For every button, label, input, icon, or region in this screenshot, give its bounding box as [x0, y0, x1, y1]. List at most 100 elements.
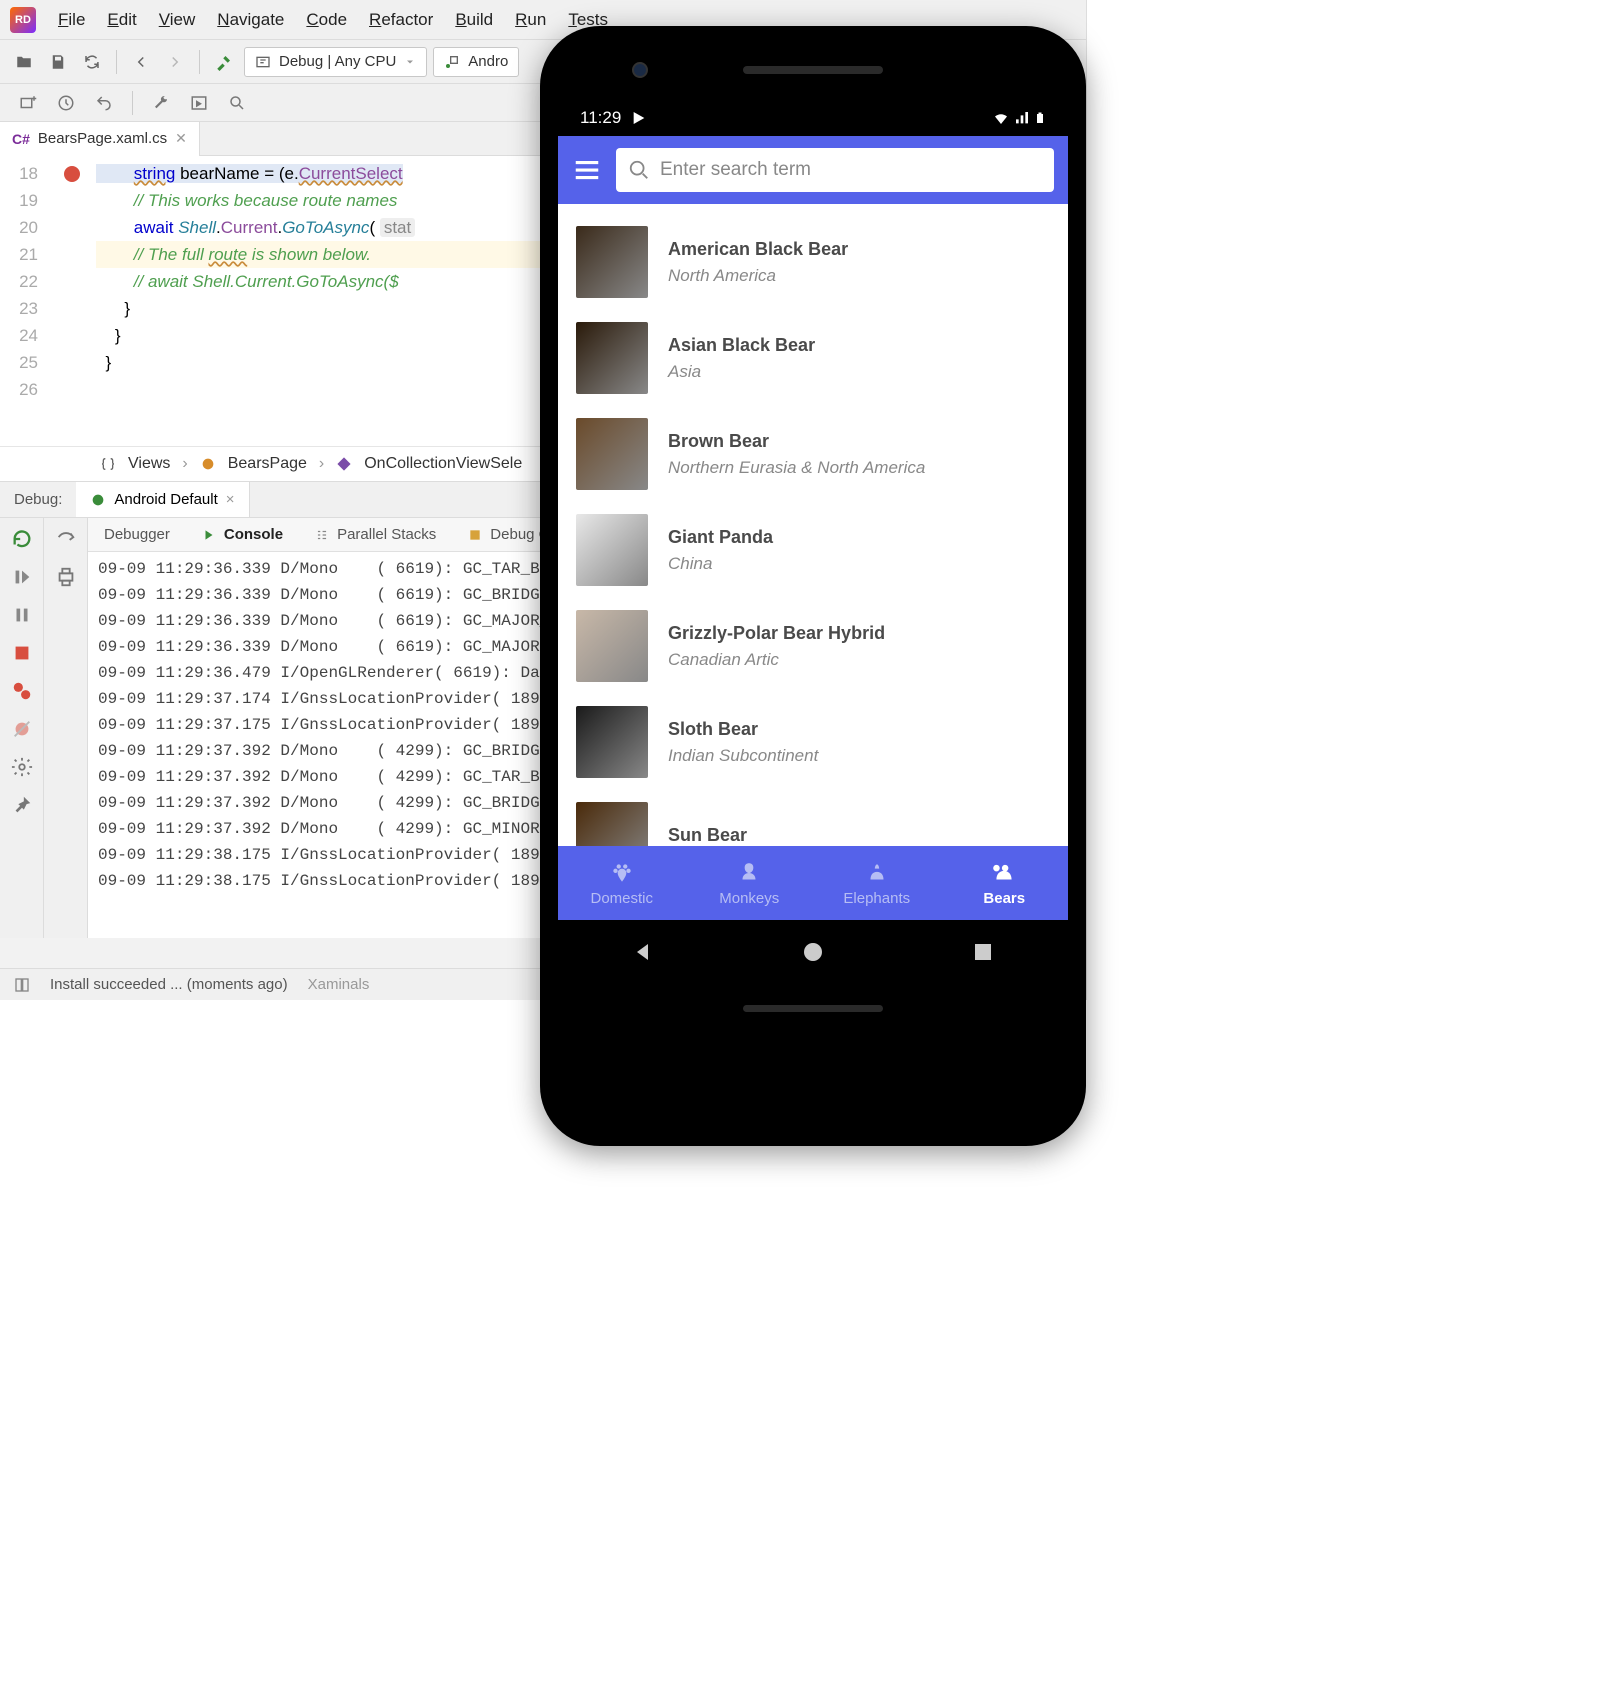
bottom-tab-bar: DomesticMonkeysElephantsBears: [558, 846, 1068, 920]
configuration-dropdown[interactable]: Debug | Any CPU: [244, 47, 427, 77]
bear-list[interactable]: American Black Bear North America Asian Bl…: [558, 204, 1068, 846]
wifi-icon: [992, 109, 1010, 127]
step-over-icon[interactable]: [55, 528, 77, 550]
android-nav-bar: [558, 920, 1068, 984]
menu-code[interactable]: Code: [306, 10, 347, 30]
tab-domestic[interactable]: Domestic: [558, 846, 686, 920]
debug-tab-console[interactable]: Console: [186, 518, 299, 551]
tab-elephants[interactable]: Elephants: [813, 846, 941, 920]
rerun-icon[interactable]: [11, 528, 33, 550]
add-tab-icon[interactable]: [14, 89, 42, 117]
bear-name: Sun Bear: [668, 825, 747, 846]
debug-session-tab[interactable]: Android Default ×: [76, 482, 249, 517]
method-icon: [336, 456, 352, 472]
build-hammer-icon[interactable]: [210, 48, 238, 76]
rider-logo-icon: RD: [10, 7, 36, 33]
list-item[interactable]: Sun Bear: [576, 790, 1050, 846]
breadcrumb-item[interactable]: Views: [128, 455, 170, 473]
bear-thumbnail: [576, 802, 648, 846]
pause-icon[interactable]: [11, 604, 33, 626]
list-item[interactable]: Grizzly-Polar Bear HybridCanadian Artic: [576, 598, 1050, 694]
menu-file[interactable]: File: [58, 10, 85, 30]
stop-icon[interactable]: [11, 642, 33, 664]
history-icon[interactable]: [52, 89, 80, 117]
android-status-bar: 11:29: [558, 100, 1068, 136]
bear-name: Giant Panda: [668, 527, 773, 548]
menu-run[interactable]: Run: [515, 10, 546, 30]
menu-edit[interactable]: Edit: [107, 10, 136, 30]
bear-name: Sloth Bear: [668, 719, 818, 740]
bear-location: Indian Subcontinent: [668, 746, 818, 766]
debug-tab-debugger[interactable]: Debugger: [88, 518, 186, 551]
save-icon[interactable]: [44, 48, 72, 76]
run-in-window-icon[interactable]: [185, 89, 213, 117]
bear-location: China: [668, 554, 773, 574]
debug-label: Debug:: [0, 491, 76, 508]
breadcrumb-item[interactable]: OnCollectionViewSele: [364, 455, 522, 473]
tab-bears[interactable]: Bears: [941, 846, 1069, 920]
phone-top-bezel: [558, 44, 1068, 100]
phone-bottom-bezel: [558, 984, 1068, 1026]
battery-icon: [1034, 109, 1046, 127]
tab-monkeys[interactable]: Monkeys: [686, 846, 814, 920]
csharp-icon: C#: [12, 131, 30, 147]
print-icon[interactable]: [55, 566, 77, 588]
list-item[interactable]: Brown BearNorthern Eurasia & North Ameri…: [576, 406, 1050, 502]
file-tab[interactable]: C# BearsPage.xaml.cs ✕: [0, 122, 200, 156]
search-input[interactable]: Enter search term: [616, 148, 1054, 192]
menu-build[interactable]: Build: [455, 10, 493, 30]
search-icon: [628, 159, 650, 181]
pin-icon[interactable]: [11, 794, 33, 816]
open-folder-icon[interactable]: [10, 48, 38, 76]
file-tab-name: BearsPage.xaml.cs: [38, 130, 167, 147]
menu-navigate[interactable]: Navigate: [217, 10, 284, 30]
target-dropdown[interactable]: Andro: [433, 47, 519, 77]
bear-name: Brown Bear: [668, 431, 925, 452]
bear-thumbnail: [576, 322, 648, 394]
back-icon[interactable]: [127, 48, 155, 76]
settings-icon[interactable]: [11, 756, 33, 778]
list-item[interactable]: Sloth Bear Indian Subcontinent: [576, 694, 1050, 790]
line-gutter: 181920212223242526: [0, 156, 48, 446]
status-project: Xaminals: [308, 976, 370, 993]
bear-thumbnail: [576, 706, 648, 778]
bear-location: Asia: [668, 362, 815, 382]
braces-icon: [100, 456, 116, 472]
status-message: Install succeeded ... (moments ago): [50, 976, 288, 993]
bear-thumbnail: [576, 610, 648, 682]
bear-name: Asian Black Bear: [668, 335, 815, 356]
list-item[interactable]: Giant Panda China: [576, 502, 1050, 598]
menu-view[interactable]: View: [159, 10, 196, 30]
list-item[interactable]: American Black Bear North America: [576, 214, 1050, 310]
forward-icon[interactable]: [161, 48, 189, 76]
recent-nav-icon[interactable]: [971, 940, 995, 964]
bear-location: North America: [668, 266, 848, 286]
bear-name: American Black Bear: [668, 239, 848, 260]
speaker-grille: [743, 66, 883, 74]
breadcrumb-item[interactable]: BearsPage: [228, 455, 307, 473]
close-icon[interactable]: ×: [226, 491, 235, 508]
view-breakpoints-icon[interactable]: [11, 680, 33, 702]
signal-icon: [1014, 110, 1030, 126]
home-nav-icon[interactable]: [801, 940, 825, 964]
search-placeholder: Enter search term: [660, 159, 811, 181]
refresh-icon[interactable]: [78, 48, 106, 76]
search-icon[interactable]: [223, 89, 251, 117]
hamburger-icon[interactable]: [572, 155, 602, 185]
debug-tab-parallel-stacks[interactable]: Parallel Stacks: [299, 518, 452, 551]
undo-icon[interactable]: [90, 89, 118, 117]
back-nav-icon[interactable]: [631, 940, 655, 964]
list-item[interactable]: Asian Black Bear Asia: [576, 310, 1050, 406]
marker-gutter: [48, 156, 96, 446]
wrench-icon[interactable]: [147, 89, 175, 117]
mute-breakpoints-icon[interactable]: [11, 718, 33, 740]
bear-location: Canadian Artic: [668, 650, 885, 670]
app-screen: Enter search term American Black Bear Nor…: [558, 136, 1068, 920]
camera-icon: [632, 62, 648, 78]
android-icon: [90, 492, 106, 508]
window-icon[interactable]: [14, 977, 30, 993]
resume-icon[interactable]: [11, 566, 33, 588]
close-icon[interactable]: ✕: [175, 130, 187, 147]
debug-step-toolbar: [44, 518, 88, 938]
menu-refactor[interactable]: Refactor: [369, 10, 433, 30]
